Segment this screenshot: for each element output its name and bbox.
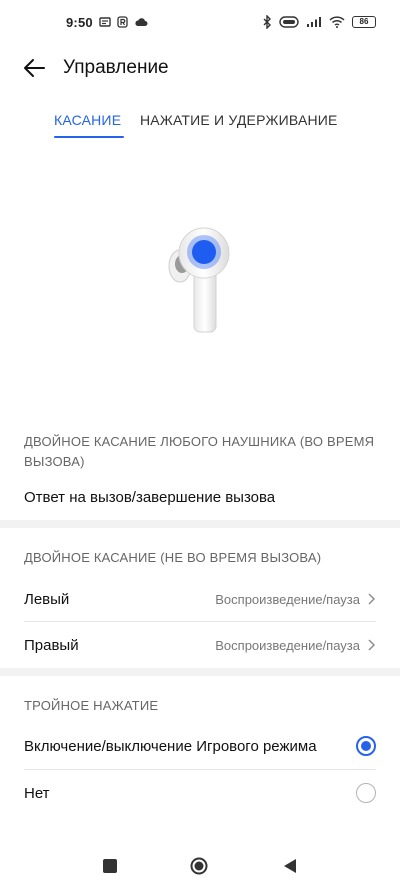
left-earbud-value-wrap: Воспроизведение/пауза xyxy=(215,592,376,607)
option-none-label: Нет xyxy=(24,784,50,802)
back-button[interactable] xyxy=(18,54,50,82)
signal-icon xyxy=(307,17,321,27)
left-earbud-value: Воспроизведение/пауза xyxy=(215,591,360,607)
home-circle-icon[interactable] xyxy=(190,857,208,875)
radio-none[interactable] xyxy=(356,783,376,803)
earbud-illustration xyxy=(168,227,230,333)
touch-area-icon xyxy=(192,240,216,264)
tab-bar: КАСАНИЕ НАЖАТИЕ И УДЕРЖИВАНИЕ xyxy=(0,108,400,140)
section-separator xyxy=(0,520,400,528)
option-game-mode-row[interactable]: Включение/выключение Игрового режима xyxy=(24,723,376,769)
left-earbud-row[interactable]: Левый Воспроизведение/пауза xyxy=(24,576,376,622)
status-time: 9:50 xyxy=(66,14,93,30)
status-left: 9:50 xyxy=(66,15,148,30)
r-icon xyxy=(117,16,128,28)
system-nav-bar xyxy=(0,843,400,889)
arrow-left-icon xyxy=(24,59,45,77)
right-earbud-label: Правый xyxy=(24,636,79,654)
call-action-label: Ответ на вызов/завершение вызова xyxy=(24,488,276,506)
section-header-triple: ТРОЙНОЕ НАЖАТИЕ xyxy=(24,698,159,713)
section-separator xyxy=(0,668,400,676)
section-header-no-call: ДВОЙНОЕ КАСАНИЕ (НЕ ВО ВРЕМЯ ВЫЗОВА) xyxy=(24,550,322,565)
wifi-icon xyxy=(329,16,345,28)
section-header-call: ДВОЙНОЕ КАСАНИЕ ЛЮБОГО НАУШНИКА (ВО ВРЕМ… xyxy=(24,434,375,469)
radio-game-mode[interactable] xyxy=(356,736,376,756)
earbuds-case-icon xyxy=(279,16,299,28)
tab-press-and-hold[interactable]: НАЖАТИЕ И УДЕРЖИВАНИЕ xyxy=(140,112,338,128)
chevron-right-icon xyxy=(368,593,375,605)
battery-icon: 86 xyxy=(352,16,376,28)
right-earbud-value-wrap: Воспроизведение/пауза xyxy=(215,638,376,653)
option-none-row[interactable]: Нет xyxy=(24,770,376,816)
app-header: Управление xyxy=(0,46,400,90)
tab-touch[interactable]: КАСАНИЕ xyxy=(54,112,121,128)
left-earbud-label: Левый xyxy=(24,590,70,608)
status-bar: 9:50 86 xyxy=(0,0,400,44)
right-earbud-row[interactable]: Правый Воспроизведение/пауза xyxy=(24,622,376,668)
right-earbud-value: Воспроизведение/пауза xyxy=(215,637,360,653)
cloud-icon xyxy=(135,18,148,26)
chevron-right-icon xyxy=(368,639,375,651)
call-action-row[interactable]: Ответ на вызов/завершение вызова xyxy=(24,474,376,520)
back-triangle-icon[interactable] xyxy=(281,857,299,875)
bluetooth-icon xyxy=(263,15,271,29)
recents-square-icon[interactable] xyxy=(101,857,119,875)
status-right: 86 xyxy=(262,15,376,29)
page-title: Управление xyxy=(63,57,169,78)
active-tab-indicator xyxy=(54,136,124,138)
option-game-mode-label: Включение/выключение Игрового режима xyxy=(24,737,317,755)
message-icon xyxy=(99,16,111,27)
